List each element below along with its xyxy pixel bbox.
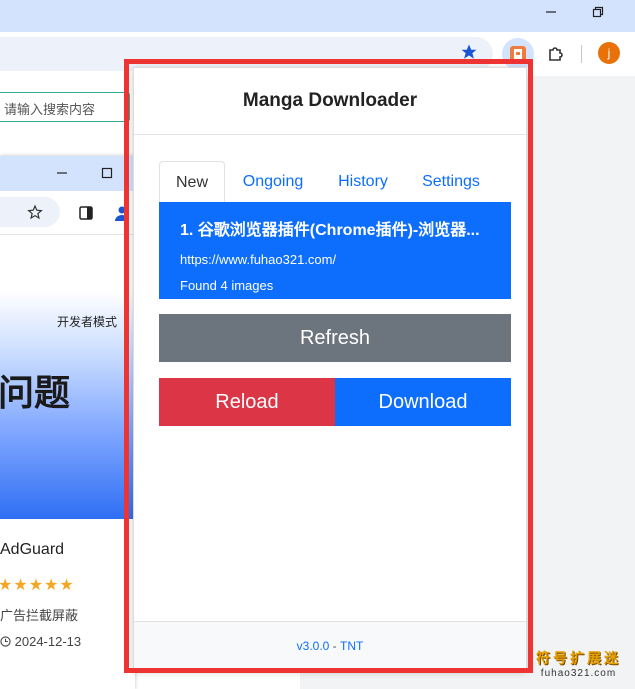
watermark: 符号扩展迷 fuhao321.com	[536, 648, 621, 679]
inner-toolbar	[0, 191, 135, 235]
manga-list-item[interactable]: 1. 谷歌浏览器插件(Chrome插件)-浏览器... https://www.…	[159, 202, 511, 299]
developer-mode-label: 开发者模式	[57, 315, 118, 329]
clock-icon	[0, 636, 11, 647]
manga-downloader-icon	[510, 46, 526, 62]
extensions-button[interactable]	[540, 38, 572, 70]
manga-downloader-popup: Manga Downloader New Ongoing History Set…	[133, 67, 527, 670]
search-input[interactable]: 请输入搜索内容	[0, 92, 130, 122]
restore-icon	[592, 6, 604, 18]
tab-ongoing[interactable]: Ongoing	[232, 161, 314, 203]
tab-settings[interactable]: Settings	[413, 161, 489, 203]
maximize-icon	[101, 167, 113, 179]
watermark-title: 符号扩展迷	[536, 650, 621, 666]
extension-card-name[interactable]: AdGuard	[0, 541, 64, 559]
minimize-icon	[546, 11, 556, 13]
rating-stars: ★★★★★	[0, 577, 75, 594]
browser-titlebar	[0, 0, 635, 32]
reload-button[interactable]: Reload	[159, 378, 335, 426]
popup-footer: v3.0.0 - TNT	[134, 621, 526, 669]
inner-address-bar	[0, 197, 60, 227]
toolbar-divider	[581, 45, 582, 63]
minimize-icon	[57, 172, 67, 174]
date-text: 2024-12-13	[14, 634, 82, 649]
hero-heading: 问题	[0, 372, 71, 413]
refresh-button[interactable]: Refresh	[159, 314, 511, 362]
download-button[interactable]: Download	[335, 378, 511, 426]
watermark-url: fuhao321.com	[540, 668, 617, 679]
profile-icon	[115, 206, 129, 221]
popup-tabs: New Ongoing History Settings	[159, 161, 511, 203]
footer-separator: -	[329, 638, 341, 653]
tab-history[interactable]: History	[325, 161, 401, 203]
profile-avatar[interactable]: j	[598, 42, 620, 64]
bookmark-star-icon[interactable]	[460, 43, 478, 61]
author-link[interactable]: TNT	[340, 639, 363, 653]
item-found-count: Found 4 images	[180, 278, 274, 293]
star-outline-icon	[27, 204, 43, 220]
address-bar[interactable]	[0, 37, 493, 71]
extension-card-date: 2024-12-13	[0, 634, 81, 649]
item-title: 1. 谷歌浏览器插件(Chrome插件)-浏览器...	[180, 222, 480, 239]
item-url: https://www.fuhao321.com/	[180, 252, 337, 267]
side-panel-icon	[79, 206, 93, 220]
restore-button[interactable]	[575, 0, 621, 24]
inner-browser-window: 开发者模式 问题 AdGuard ★★★★★ 广告拦截屏蔽 2024-12-13	[0, 156, 135, 689]
inner-titlebar	[0, 156, 135, 191]
popup-title: Manga Downloader	[134, 68, 526, 135]
version-link[interactable]: v3.0.0	[297, 639, 330, 653]
extension-card-description: 广告拦截屏蔽	[0, 608, 79, 623]
minimize-button[interactable]	[528, 0, 574, 24]
tab-new[interactable]: New	[159, 161, 225, 203]
manga-downloader-extension-button[interactable]	[502, 38, 534, 70]
puzzle-icon	[549, 47, 563, 61]
